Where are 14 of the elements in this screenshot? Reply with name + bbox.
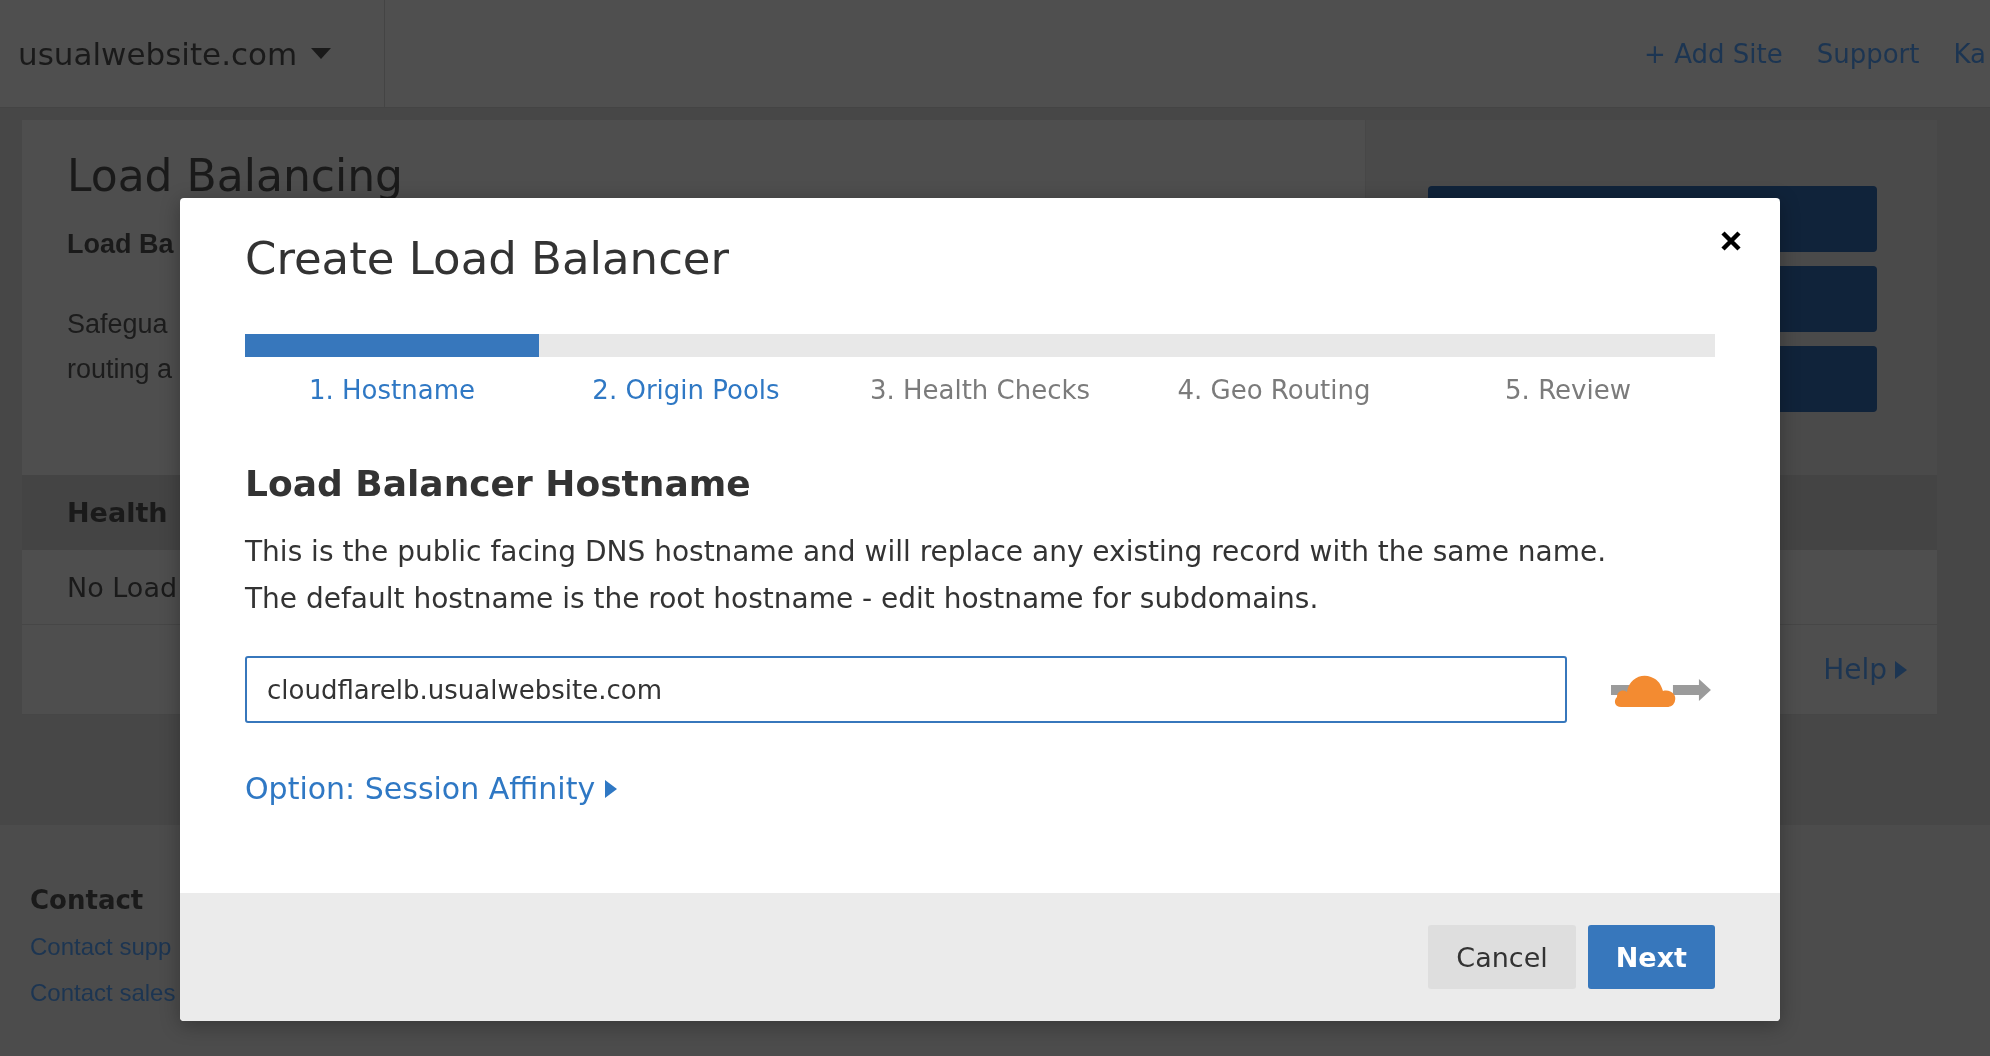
step-link: 5. Review — [1505, 375, 1631, 405]
modal-title: Create Load Balancer — [245, 230, 731, 287]
cancel-button[interactable]: Cancel — [1428, 925, 1576, 989]
next-button[interactable]: Next — [1587, 925, 1715, 989]
caret-icon — [605, 779, 618, 798]
caret-icon — [1895, 660, 1907, 679]
step-link: 3. Health Checks — [869, 375, 1091, 405]
section-heading: Load Balancer Hostname — [245, 463, 752, 504]
hostname-field[interactable]: cloudflarelb.usualwebsite.com — [245, 656, 1568, 723]
description-text: This is the public facing DNS hostname and will replace any existing record with the same name. The default hostname is the root hostname - edit hostname for subdomains. — [245, 534, 1608, 617]
step-link[interactable]: 2. Origin Pools — [592, 375, 780, 405]
step-link: 4. Geo Routing — [1177, 375, 1371, 405]
session-affinity-link[interactable]: Option: Session Affinity — [245, 771, 618, 806]
step-link[interactable]: 1. Hostname — [309, 375, 475, 405]
